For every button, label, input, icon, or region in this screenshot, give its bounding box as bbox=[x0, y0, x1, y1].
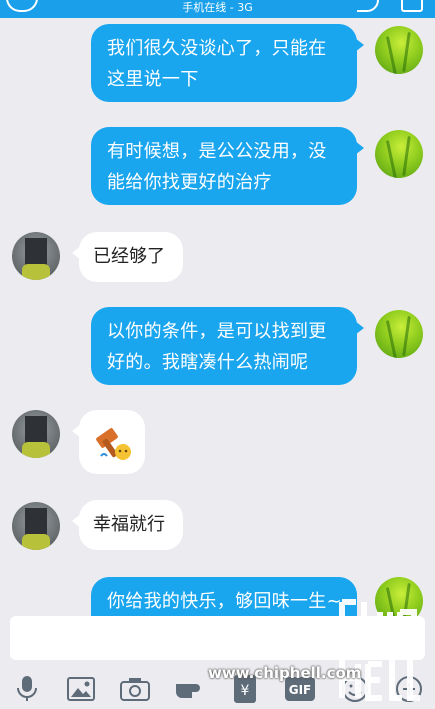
gesture-icon[interactable] bbox=[174, 674, 210, 704]
message-text: 以你的条件，是可以找到更好的。我瞎凑什么热闹呢 bbox=[107, 321, 327, 373]
header-bar: 手机在线 - 3G bbox=[0, 0, 435, 18]
microphone-icon[interactable] bbox=[12, 674, 42, 704]
message-bubble-outgoing[interactable]: 以你的条件，是可以找到更好的。我瞎凑什么热闹呢 bbox=[91, 307, 364, 385]
message-text: 已经够了 bbox=[93, 246, 165, 267]
message-text: 你给我的快乐，够回味一生~ bbox=[107, 591, 342, 612]
image-icon[interactable] bbox=[66, 674, 96, 704]
my-avatar[interactable] bbox=[375, 130, 423, 178]
message-text: 有时候想，是公公没用，没能给你找更好的治疗 bbox=[107, 141, 327, 193]
hammer-sticker-icon bbox=[96, 428, 131, 460]
my-avatar[interactable] bbox=[375, 26, 423, 74]
watermark-url: www.chiphell.com bbox=[208, 664, 362, 682]
contact-avatar[interactable] bbox=[12, 502, 60, 550]
message-bubble-incoming[interactable]: 已经够了 bbox=[72, 232, 183, 282]
profile-icon[interactable] bbox=[401, 0, 423, 12]
message-bubble-outgoing[interactable]: 有时候想，是公公没用，没能给你找更好的治疗 bbox=[91, 127, 364, 205]
message-text: 我们很久没谈心了，只能在这里说一下 bbox=[107, 38, 327, 90]
message-bubble-incoming[interactable]: 幸福就行 bbox=[72, 500, 183, 550]
my-avatar[interactable] bbox=[375, 310, 423, 358]
contact-avatar[interactable] bbox=[12, 232, 60, 280]
svg-text:¥: ¥ bbox=[241, 683, 250, 699]
contact-avatar[interactable] bbox=[12, 410, 60, 458]
chiphell-logo bbox=[339, 599, 420, 701]
camera-icon[interactable] bbox=[120, 674, 150, 704]
svg-text:GIF: GIF bbox=[289, 683, 312, 697]
message-text: 幸福就行 bbox=[93, 514, 165, 535]
message-bubble-outgoing[interactable]: 我们很久没谈心了，只能在这里说一下 bbox=[91, 24, 364, 102]
